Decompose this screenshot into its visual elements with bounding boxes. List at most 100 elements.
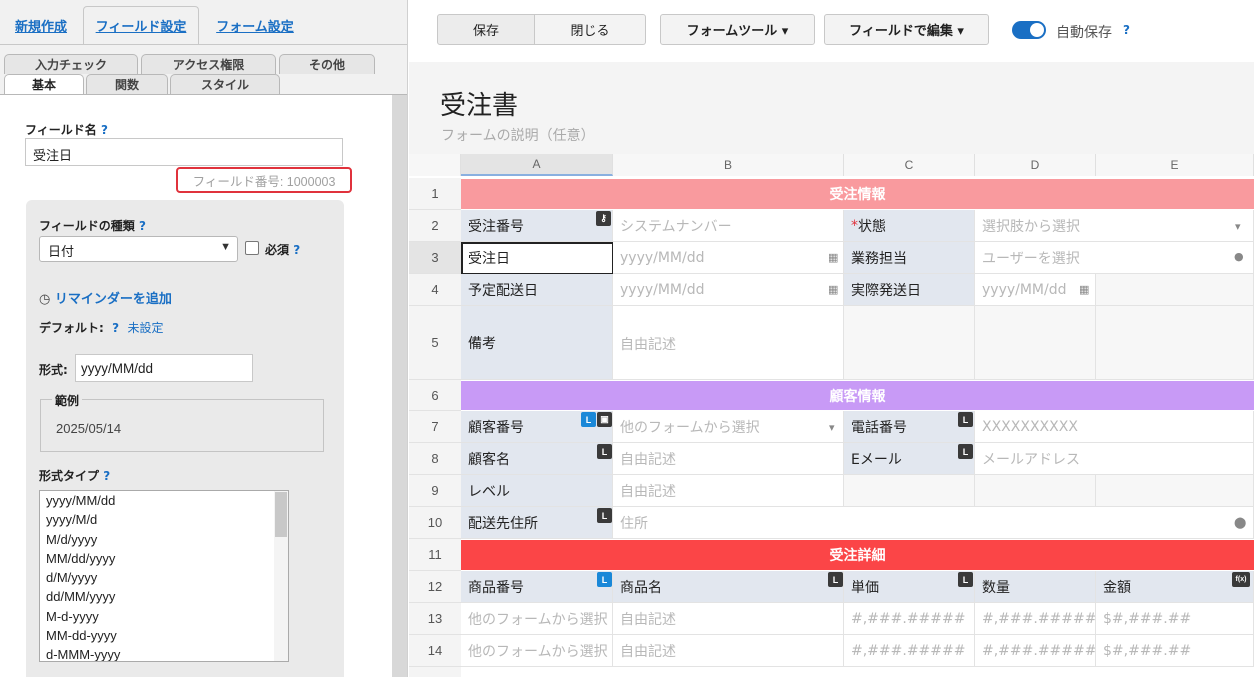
row-header[interactable]: 3 bbox=[409, 242, 461, 274]
label-level[interactable]: レベル bbox=[461, 475, 613, 507]
format-option[interactable]: MM-dd-yyyy bbox=[40, 626, 288, 645]
order-number-field[interactable]: システムナンバー bbox=[613, 210, 844, 242]
tab-other[interactable]: その他 bbox=[279, 54, 375, 74]
empty-cell[interactable] bbox=[1096, 274, 1254, 306]
format-option[interactable]: d/M/yyyy bbox=[40, 568, 288, 587]
phone-field[interactable]: XXXXXXXXXX bbox=[975, 411, 1254, 443]
column-header[interactable]: B bbox=[613, 154, 844, 176]
column-header[interactable]: E bbox=[1096, 154, 1254, 176]
product-number-field[interactable]: 他のフォームから選択 bbox=[461, 635, 613, 667]
label-order-number[interactable]: 受注番号 bbox=[461, 210, 613, 242]
tab-access[interactable]: アクセス権限 bbox=[141, 54, 276, 74]
help-icon[interactable]: ? bbox=[293, 243, 300, 257]
tab-input-check[interactable]: 入力チェック bbox=[4, 54, 138, 74]
row-header[interactable]: 10 bbox=[409, 507, 461, 539]
unit-price-field[interactable]: #,###.##### bbox=[844, 635, 975, 667]
product-name-field[interactable]: 自由記述 bbox=[613, 603, 844, 635]
row-header[interactable]: 13 bbox=[409, 603, 461, 635]
row-header[interactable]: 2 bbox=[409, 210, 461, 242]
form-title[interactable]: 受注書 bbox=[440, 85, 518, 122]
list-scrollbar[interactable] bbox=[274, 491, 288, 661]
row-header[interactable]: 14 bbox=[409, 635, 461, 667]
format-option[interactable]: MM/dd/yyyy bbox=[40, 549, 288, 568]
default-value-link[interactable]: 未設定 bbox=[128, 321, 164, 335]
format-option[interactable]: M-d-yyyy bbox=[40, 607, 288, 626]
row-header[interactable]: 8 bbox=[409, 443, 461, 475]
form-description[interactable]: フォームの説明（任意） bbox=[441, 125, 595, 145]
row-header[interactable] bbox=[409, 667, 461, 677]
help-icon[interactable]: ? bbox=[112, 321, 119, 335]
column-header[interactable]: D bbox=[975, 154, 1096, 176]
label-product-number[interactable]: 商品番号 bbox=[461, 571, 613, 603]
required-checkbox[interactable] bbox=[245, 241, 259, 255]
notes-field[interactable]: 自由記述 bbox=[613, 306, 844, 380]
amount-field[interactable]: $#,###.## bbox=[1096, 603, 1254, 635]
form-tools-button[interactable]: フォームツール ▾ bbox=[660, 14, 815, 45]
label-amount[interactable]: 金額 bbox=[1096, 571, 1254, 603]
save-button[interactable]: 保存 bbox=[437, 14, 535, 45]
label-ship-address[interactable]: 配送先住所 bbox=[461, 507, 613, 539]
autosave-toggle[interactable] bbox=[1012, 21, 1046, 39]
tab-basic[interactable]: 基本 bbox=[4, 74, 84, 94]
row-header[interactable]: 6 bbox=[409, 380, 461, 411]
label-email[interactable]: Eメール bbox=[844, 443, 975, 475]
format-option[interactable]: dd/MM/yyyy bbox=[40, 587, 288, 606]
panel-scrollbar[interactable] bbox=[392, 95, 407, 677]
quantity-field[interactable]: #,###.##### bbox=[975, 603, 1096, 635]
field-type-select[interactable]: 日付 ▼ bbox=[39, 236, 238, 262]
list-scroll-thumb[interactable] bbox=[275, 492, 287, 537]
actual-ship-field[interactable]: yyyy/MM/dd bbox=[975, 274, 1096, 306]
level-field[interactable]: 自由記述 bbox=[613, 475, 844, 507]
quantity-field[interactable]: #,###.##### bbox=[975, 635, 1096, 667]
row-header[interactable]: 1 bbox=[409, 178, 461, 210]
label-notes[interactable]: 備考 bbox=[461, 306, 613, 380]
empty-cell[interactable] bbox=[975, 475, 1096, 507]
empty-cell[interactable] bbox=[1096, 475, 1254, 507]
label-quantity[interactable]: 数量 bbox=[975, 571, 1096, 603]
field-name-input[interactable]: 受注日 bbox=[25, 138, 343, 166]
label-phone[interactable]: 電話番号 bbox=[844, 411, 975, 443]
section-order-detail[interactable]: 受注詳細 bbox=[461, 540, 1254, 570]
help-icon[interactable]: ? bbox=[139, 219, 146, 233]
column-header[interactable]: A bbox=[461, 154, 613, 176]
edit-by-field-button[interactable]: フィールドで編集 ▾ bbox=[824, 14, 989, 45]
add-reminder-link[interactable]: ◷ リマインダーを追加 bbox=[39, 288, 172, 307]
tab-new[interactable]: 新規作成 bbox=[6, 6, 76, 44]
tab-style[interactable]: スタイル bbox=[170, 74, 280, 94]
label-customer-name[interactable]: 顧客名 bbox=[461, 443, 613, 475]
section-customer-info[interactable]: 顧客情報 bbox=[461, 381, 1254, 410]
order-date-field[interactable]: yyyy/MM/dd bbox=[613, 242, 844, 274]
format-input[interactable]: yyyy/MM/dd bbox=[75, 354, 253, 382]
close-button[interactable]: 閉じる bbox=[535, 14, 646, 45]
format-type-list[interactable]: yyyy/MM/dd yyyy/M/d M/d/yyyy MM/dd/yyyy … bbox=[39, 490, 289, 662]
tab-field-settings[interactable]: フィールド設定 bbox=[83, 6, 199, 44]
status-field[interactable]: 選択肢から選択 bbox=[975, 210, 1254, 242]
help-icon[interactable]: ? bbox=[103, 469, 110, 483]
product-number-field[interactable]: 他のフォームから選択 bbox=[461, 603, 613, 635]
format-option[interactable]: d-MMM-yyyy bbox=[40, 645, 288, 661]
customer-name-field[interactable]: 自由記述 bbox=[613, 443, 844, 475]
row-header[interactable]: 12 bbox=[409, 571, 461, 603]
email-field[interactable]: メールアドレス bbox=[975, 443, 1254, 475]
row-header[interactable]: 7 bbox=[409, 411, 461, 443]
product-name-field[interactable]: 自由記述 bbox=[613, 635, 844, 667]
label-planned-ship[interactable]: 予定配送日 bbox=[461, 274, 613, 306]
help-icon[interactable]: ? bbox=[1123, 23, 1130, 37]
tab-form-settings[interactable]: フォーム設定 bbox=[205, 6, 305, 44]
empty-cell[interactable] bbox=[1096, 306, 1254, 380]
row-header[interactable]: 9 bbox=[409, 475, 461, 507]
label-status[interactable]: * 状態 bbox=[844, 210, 975, 242]
empty-cell[interactable] bbox=[844, 475, 975, 507]
format-option[interactable]: yyyy/M/d bbox=[40, 510, 288, 529]
label-unit-price[interactable]: 単価 bbox=[844, 571, 975, 603]
row-header[interactable]: 5 bbox=[409, 306, 461, 380]
format-option[interactable]: M/d/yyyy bbox=[40, 530, 288, 549]
tab-functions[interactable]: 関数 bbox=[86, 74, 168, 94]
planned-ship-field[interactable]: yyyy/MM/dd bbox=[613, 274, 844, 306]
amount-field[interactable]: $#,###.## bbox=[1096, 635, 1254, 667]
empty-cell[interactable] bbox=[975, 306, 1096, 380]
label-assignee[interactable]: 業務担当 bbox=[844, 242, 975, 274]
customer-number-field[interactable]: 他のフォームから選択 bbox=[613, 411, 844, 443]
unit-price-field[interactable]: #,###.##### bbox=[844, 603, 975, 635]
row-header[interactable]: 11 bbox=[409, 539, 461, 571]
